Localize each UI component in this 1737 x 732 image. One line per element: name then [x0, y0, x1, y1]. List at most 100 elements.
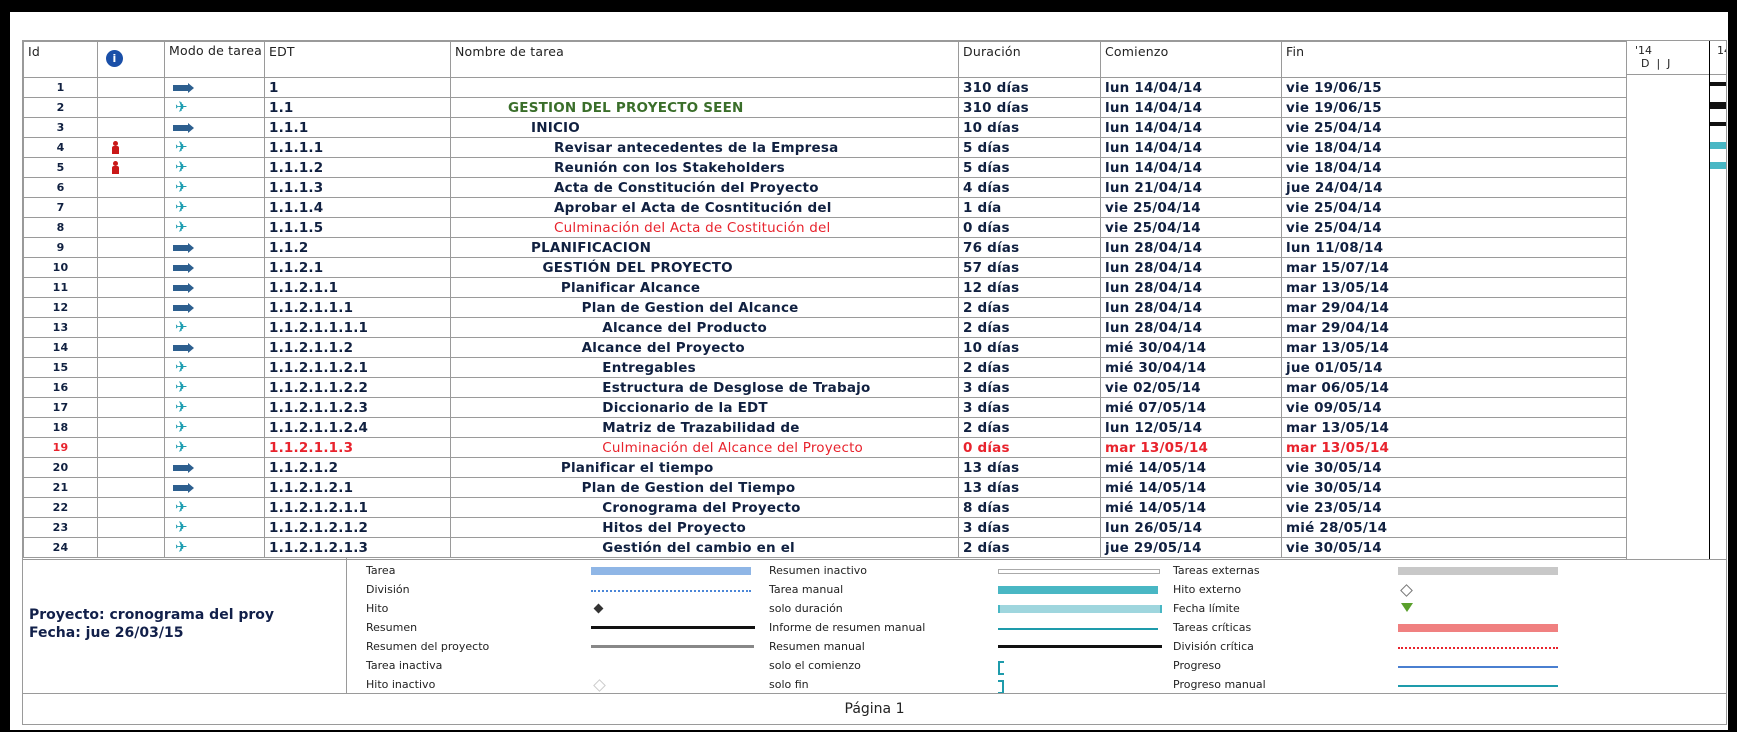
row-task-name[interactable]: Gestión del cambio en el — [450, 537, 959, 558]
row-start[interactable]: lun 26/05/14 — [1100, 517, 1282, 538]
table-row[interactable]: 11 1.1.2.1.1 Planificar Alcance 12 días lun … — [23, 277, 1627, 298]
table-row[interactable]: 20 1.1.2.1.2 Planificar el tiempo 13 días mi… — [23, 457, 1627, 478]
row-task-name[interactable]: Entregables — [450, 357, 959, 378]
row-task-name[interactable]: Estructura de Desglose de Trabajo — [450, 377, 959, 398]
summary-bar[interactable] — [1710, 122, 1726, 126]
row-start[interactable]: lun 14/04/14 — [1100, 137, 1282, 158]
row-finish[interactable]: jue 24/04/14 — [1281, 177, 1627, 198]
row-start[interactable]: lun 14/04/14 — [1100, 77, 1282, 98]
table-row[interactable]: 9 1.1.2 PLANIFICACION 76 días lun 28/04/14 lu… — [23, 237, 1627, 258]
col-header-id[interactable]: Id — [23, 41, 98, 78]
row-start[interactable]: lun 28/04/14 — [1100, 277, 1282, 298]
table-row[interactable]: 22 ✈ 1.1.2.1.2.1.1 Cronograma del Proyecto 8… — [23, 497, 1627, 518]
row-duration[interactable]: 12 días — [958, 277, 1101, 298]
row-finish[interactable]: vie 18/04/14 — [1281, 137, 1627, 158]
table-row[interactable]: 7 ✈ 1.1.1.4 Aprobar el Acta de Cosntitución… — [23, 197, 1627, 218]
row-task-name[interactable]: Alcance del Proyecto — [450, 337, 959, 358]
row-duration[interactable]: 10 días — [958, 337, 1101, 358]
row-duration[interactable]: 13 días — [958, 457, 1101, 478]
row-task-name[interactable]: GESTION DEL PROYECTO SEEN — [450, 97, 959, 118]
row-duration[interactable]: 4 días — [958, 177, 1101, 198]
row-finish[interactable]: vie 09/05/14 — [1281, 397, 1627, 418]
col-header-duration[interactable]: Duración — [958, 41, 1101, 78]
row-task-mode[interactable]: ✈ — [164, 317, 265, 338]
row-finish[interactable]: vie 19/06/15 — [1281, 77, 1627, 98]
row-task-name[interactable]: Planificar Alcance — [450, 277, 959, 298]
row-task-name[interactable]: Culminación del Alcance del Proyecto — [450, 437, 959, 458]
row-finish[interactable]: vie 25/04/14 — [1281, 117, 1627, 138]
row-task-mode[interactable] — [164, 257, 265, 278]
row-finish[interactable]: mar 29/04/14 — [1281, 297, 1627, 318]
row-task-name[interactable]: Acta de Constitución del Proyecto — [450, 177, 959, 198]
row-task-name[interactable]: PLANIFICACION — [450, 237, 959, 258]
row-task-mode[interactable]: ✈ — [164, 417, 265, 438]
row-task-mode[interactable] — [164, 117, 265, 138]
row-task-name[interactable]: INICIO — [450, 117, 959, 138]
manual-task-bar[interactable] — [1710, 162, 1726, 169]
row-duration[interactable]: 310 días — [958, 97, 1101, 118]
row-task-name[interactable]: Aprobar el Acta de Cosntitución del — [450, 197, 959, 218]
table-row[interactable]: 24 ✈ 1.1.2.1.2.1.3 Gestión del cambio en el… — [23, 537, 1627, 558]
table-row[interactable]: 6 ✈ 1.1.1.3 Acta de Constitución del Proyec… — [23, 177, 1627, 198]
row-duration[interactable]: 2 días — [958, 537, 1101, 558]
table-row[interactable]: 17 ✈ 1.1.2.1.1.2.3 Diccionario de la EDT 3 d… — [23, 397, 1627, 418]
row-finish[interactable]: lun 11/08/14 — [1281, 237, 1627, 258]
row-start[interactable]: jue 29/05/14 — [1100, 537, 1282, 558]
table-row[interactable]: 16 ✈ 1.1.2.1.1.2.2 Estructura de Desglose d… — [23, 377, 1627, 398]
row-task-name[interactable]: Cronograma del Proyecto — [450, 497, 959, 518]
summary-bar[interactable] — [1710, 102, 1726, 109]
row-task-mode[interactable]: ✈ — [164, 177, 265, 198]
row-task-mode[interactable] — [164, 77, 265, 98]
row-start[interactable]: mié 14/05/14 — [1100, 497, 1282, 518]
row-task-mode[interactable]: ✈ — [164, 397, 265, 418]
table-row[interactable]: 4 ✈ 1.1.1.1 Revisar antecedentes de la Empr… — [23, 137, 1627, 158]
row-task-name[interactable]: Diccionario de la EDT — [450, 397, 959, 418]
row-start[interactable]: lun 14/04/14 — [1100, 117, 1282, 138]
row-task-mode[interactable]: ✈ — [164, 357, 265, 378]
row-task-mode[interactable] — [164, 297, 265, 318]
row-task-mode[interactable]: ✈ — [164, 217, 265, 238]
row-finish[interactable]: vie 25/04/14 — [1281, 197, 1627, 218]
row-finish[interactable]: vie 30/05/14 — [1281, 457, 1627, 478]
row-duration[interactable]: 3 días — [958, 517, 1101, 538]
row-task-mode[interactable]: ✈ — [164, 197, 265, 218]
table-row[interactable]: 2 ✈ 1.1 GESTION DEL PROYECTO SEEN 310 días lu… — [23, 97, 1627, 118]
row-start[interactable]: vie 02/05/14 — [1100, 377, 1282, 398]
row-task-name[interactable]: Reunión con los Stakeholders — [450, 157, 959, 178]
row-duration[interactable]: 13 días — [958, 477, 1101, 498]
table-row[interactable]: 15 ✈ 1.1.2.1.1.2.1 Entregables 2 días mié 30/… — [23, 357, 1627, 378]
row-finish[interactable]: mar 13/05/14 — [1281, 417, 1627, 438]
row-duration[interactable]: 2 días — [958, 357, 1101, 378]
row-duration[interactable]: 5 días — [958, 157, 1101, 178]
row-task-mode[interactable]: ✈ — [164, 437, 265, 458]
col-header-mode[interactable]: Modo de tarea — [164, 41, 265, 78]
table-row[interactable]: 5 ✈ 1.1.1.2 Reunión con los Stakeholders 5 d… — [23, 157, 1627, 178]
table-row[interactable]: 19 ✈ 1.1.2.1.1.3 Culminación del Alcance de… — [23, 437, 1627, 458]
row-duration[interactable]: 310 días — [958, 77, 1101, 98]
table-row[interactable]: 23 ✈ 1.1.2.1.2.1.2 Hitos del Proyecto 3 días… — [23, 517, 1627, 538]
row-task-name[interactable]: Matriz de Trazabilidad de — [450, 417, 959, 438]
row-finish[interactable]: mar 15/07/14 — [1281, 257, 1627, 278]
row-duration[interactable]: 2 días — [958, 297, 1101, 318]
row-task-name[interactable]: GESTIÓN DEL PROYECTO — [450, 257, 959, 278]
row-finish[interactable]: mar 29/04/14 — [1281, 317, 1627, 338]
row-start[interactable]: mié 07/05/14 — [1100, 397, 1282, 418]
manual-task-bar[interactable] — [1710, 142, 1726, 149]
row-duration[interactable]: 5 días — [958, 137, 1101, 158]
row-start[interactable]: lun 14/04/14 — [1100, 157, 1282, 178]
row-task-mode[interactable]: ✈ — [164, 537, 265, 558]
row-finish[interactable]: vie 25/04/14 — [1281, 217, 1627, 238]
row-start[interactable]: lun 14/04/14 — [1100, 97, 1282, 118]
row-start[interactable]: mié 14/05/14 — [1100, 477, 1282, 498]
row-start[interactable]: mié 14/05/14 — [1100, 457, 1282, 478]
row-task-mode[interactable]: ✈ — [164, 377, 265, 398]
row-task-name[interactable]: Plan de Gestion del Alcance — [450, 297, 959, 318]
row-task-mode[interactable]: ✈ — [164, 137, 265, 158]
row-duration[interactable]: 57 días — [958, 257, 1101, 278]
row-start[interactable]: vie 25/04/14 — [1100, 197, 1282, 218]
row-task-mode[interactable]: ✈ — [164, 97, 265, 118]
row-duration[interactable]: 0 días — [958, 217, 1101, 238]
col-header-indicators[interactable]: i — [97, 41, 165, 78]
row-duration[interactable]: 10 días — [958, 117, 1101, 138]
col-header-finish[interactable]: Fin — [1281, 41, 1627, 78]
